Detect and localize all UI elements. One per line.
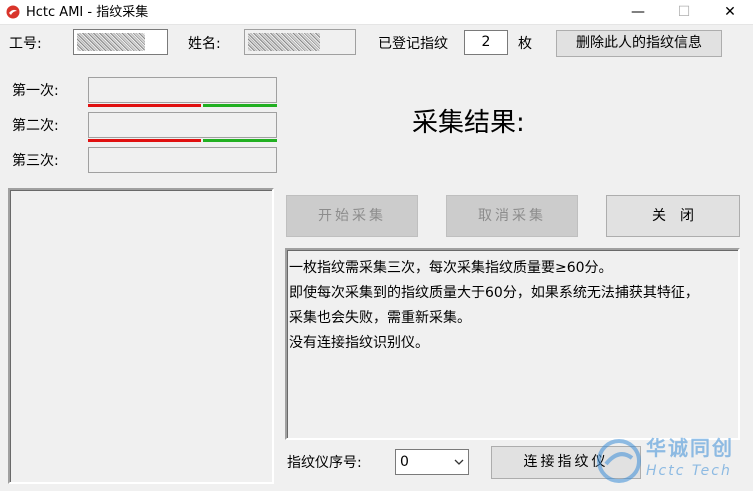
sample-2-field xyxy=(88,112,277,138)
employee-id-field[interactable] xyxy=(73,29,168,55)
quality-bar-high xyxy=(203,139,277,142)
redacted-name xyxy=(248,33,320,51)
registered-fingerprints-label: 已登记指纹 xyxy=(378,36,448,52)
result-label: 采集结果: xyxy=(412,108,525,138)
sample-1-field xyxy=(88,77,277,103)
fingerprint-image-panel xyxy=(8,188,274,484)
watermark-logo-icon xyxy=(597,439,641,483)
message-line: 没有连接指纹识别仪。 xyxy=(289,335,429,351)
registered-count-field[interactable]: 2 xyxy=(464,30,508,55)
app-logo-icon xyxy=(6,5,20,19)
name-label: 姓名: xyxy=(188,36,221,52)
message-line: 采集也会失败，需重新采集。 xyxy=(289,310,471,326)
window-title: Hctc AMI - 指纹采集 xyxy=(26,5,149,20)
watermark: 华诚同创 Hctc Tech xyxy=(596,436,746,486)
title-bar: Hctc AMI - 指纹采集 — ☐ ✕ xyxy=(0,0,753,25)
quality-bar-low xyxy=(88,104,201,107)
employee-id-label: 工号: xyxy=(9,36,42,52)
message-line: 即使每次采集到的指纹质量大于60分，如果系统无法捕获其特征， xyxy=(289,285,699,301)
count-unit-label: 枚 xyxy=(518,36,532,52)
start-capture-button[interactable]: 开始采集 xyxy=(286,195,418,237)
minimize-button[interactable]: — xyxy=(615,0,661,25)
watermark-brand-en: Hctc Tech xyxy=(646,463,732,479)
cancel-capture-button[interactable]: 取消采集 xyxy=(446,195,578,237)
message-box: 一枚指纹需采集三次，每次采集指纹质量要≥60分。 即使每次采集到的指纹质量大于6… xyxy=(285,248,740,440)
close-window-button[interactable]: ✕ xyxy=(707,0,753,25)
sample-3-field xyxy=(88,147,277,173)
device-serial-label: 指纹仪序号: xyxy=(287,455,362,471)
sample-2-label: 第二次: xyxy=(12,118,59,134)
maximize-button[interactable]: ☐ xyxy=(661,0,707,25)
device-serial-select[interactable]: 0 xyxy=(395,449,469,475)
close-button[interactable]: 关 闭 xyxy=(606,195,740,237)
name-field xyxy=(244,29,356,55)
sample-1-quality-bar xyxy=(88,104,277,107)
sample-2-quality-bar xyxy=(88,139,277,142)
message-line: 一枚指纹需采集三次，每次采集指纹质量要≥60分。 xyxy=(289,260,613,276)
watermark-brand-cn: 华诚同创 xyxy=(646,436,734,460)
sample-3-label: 第三次: xyxy=(12,153,59,169)
quality-bar-high xyxy=(203,104,277,107)
redacted-employee-id xyxy=(77,33,145,51)
sample-1-label: 第一次: xyxy=(12,83,59,99)
delete-fingerprints-button[interactable]: 删除此人的指纹信息 xyxy=(556,30,722,57)
quality-bar-low xyxy=(88,139,201,142)
device-serial-value: 0 xyxy=(400,454,409,470)
chevron-down-icon xyxy=(454,459,464,465)
